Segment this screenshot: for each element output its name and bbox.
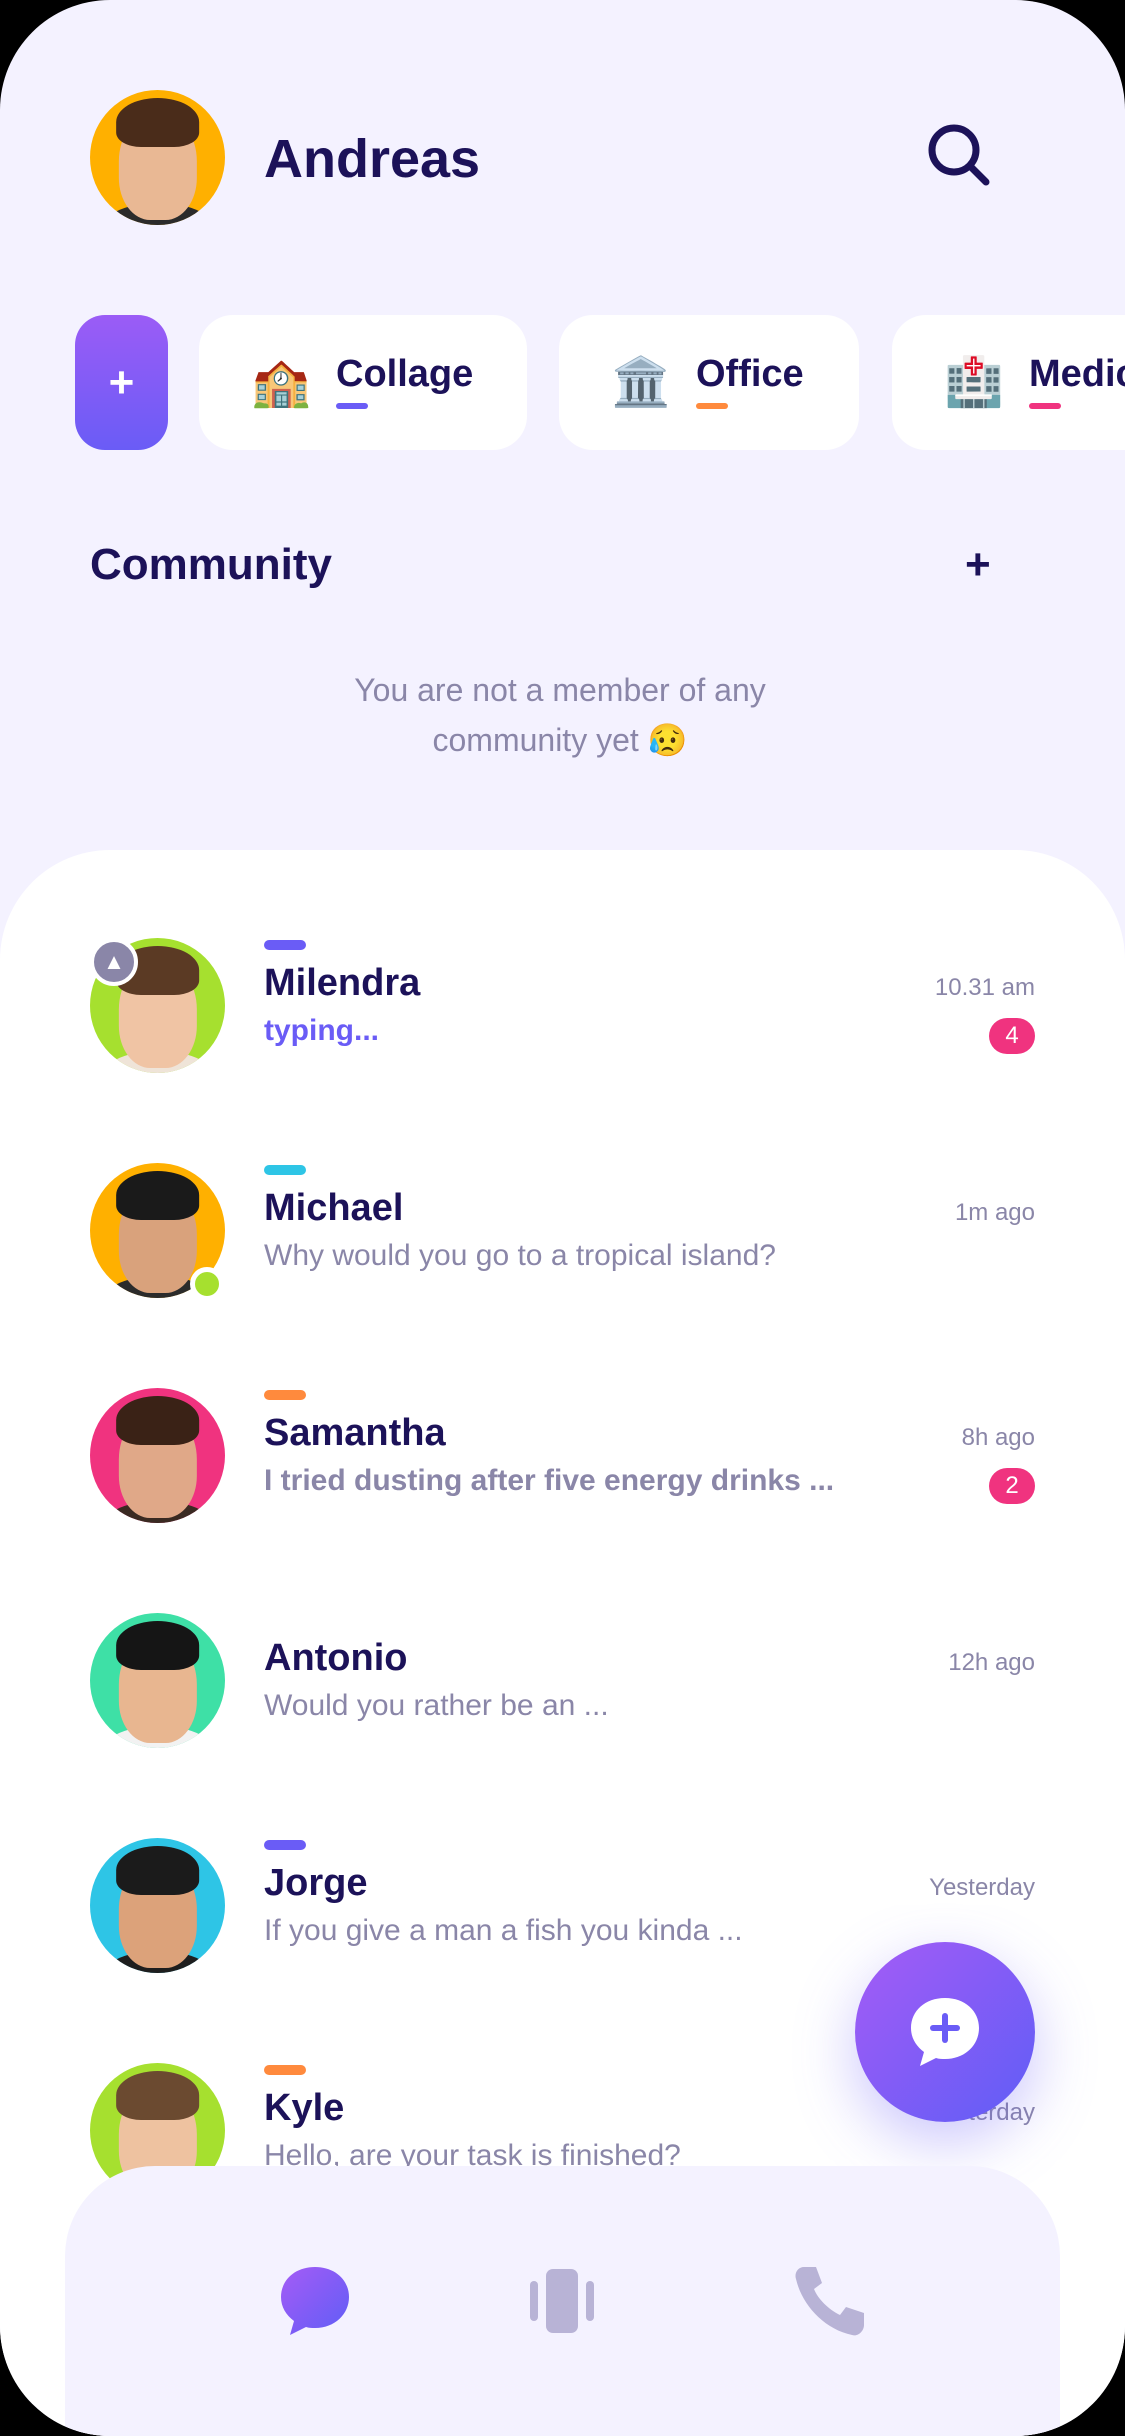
contact-name: Jorge [264,1862,368,1904]
chat-row[interactable]: Jorge If you give a man a fish you kinda… [0,1750,1125,1975]
chat-tag [264,1390,306,1400]
new-chat-icon [911,1998,979,2066]
user-avatar[interactable] [90,90,225,225]
add-category-button[interactable]: + [75,315,168,450]
contact-avatar [90,1613,225,1748]
category-underline [1029,403,1061,409]
last-message: Would you rather be an ... [264,1689,609,1722]
new-chat-button[interactable] [855,1942,1035,2122]
empty-line-1: You are not a member of any [354,672,766,708]
header: Andreas [0,0,1125,300]
user-name: Andreas [264,129,481,189]
message-time: 8h ago [961,1424,1035,1451]
contact-name: Michael [264,1187,404,1229]
message-time: 1m ago [954,1199,1035,1226]
category-underline [336,403,368,409]
contact-name: Samantha [264,1412,446,1454]
community-title: Community [90,540,332,589]
message-time: Yesterday [929,1874,1035,1901]
category-pill-collage[interactable]: 🏫 Collage [199,315,527,450]
bottom-tab-bar [65,2166,1060,2436]
category-underline [696,403,728,409]
chat-row[interactable]: ▲ Milendra typing... 10.31 am 4 [0,850,1125,1075]
building-icon: 🏛️ [611,356,671,409]
category-pill-medic[interactable]: 🏥 Medic [892,315,1125,450]
app-screen: Andreas + 🏫 Collage 🏛️ Office 🏥 Medic Co… [0,0,1125,2436]
chat-icon[interactable] [275,2261,355,2341]
community-empty-message: You are not a member of any community ye… [300,665,820,765]
contact-avatar [90,1838,225,1973]
search-icon [928,124,990,186]
category-pill-office[interactable]: 🏛️ Office [559,315,859,450]
contact-name: Antonio [264,1637,408,1679]
chat-tag [264,940,306,950]
school-icon: 🏫 [251,356,311,409]
contact-name: Milendra [264,962,421,1004]
unread-badge: 2 [989,1468,1035,1504]
category-label: Medic [1029,353,1125,395]
last-message: I tried dusting after five energy drinks… [264,1464,835,1497]
category-label: Collage [336,353,474,395]
empty-line-2: community yet 😥 [432,722,688,758]
message-time: 10.31 am [934,974,1035,1001]
unread-badge: 4 [989,1018,1035,1054]
chat-tag [264,2065,306,2075]
last-message: If you give a man a fish you kinda ... [264,1914,743,1947]
search-button[interactable] [922,118,996,192]
chat-tag [264,1165,306,1175]
chat-row[interactable]: Antonio Would you rather be an ... 12h a… [0,1525,1125,1750]
chat-row[interactable]: Samantha I tried dusting after five ener… [0,1300,1125,1525]
message-time: 12h ago [948,1649,1035,1676]
last-message: Why would you go to a tropical island? [264,1239,776,1272]
chat-tag [264,1840,306,1850]
hospital-icon: 🏥 [944,356,1004,409]
add-community-button[interactable]: + [965,540,991,590]
contact-avatar [90,1388,225,1523]
category-bar: + 🏫 Collage 🏛️ Office 🏥 Medic [0,315,1125,450]
phone-icon[interactable] [790,2261,870,2341]
pin-icon: ▲ [90,938,138,986]
category-label: Office [696,353,804,395]
contact-name: Kyle [264,2087,345,2129]
last-message: typing... [264,1014,379,1047]
online-indicator [190,1267,224,1301]
stories-icon[interactable] [522,2261,602,2341]
chat-row[interactable]: Michael Why would you go to a tropical i… [0,1075,1125,1301]
